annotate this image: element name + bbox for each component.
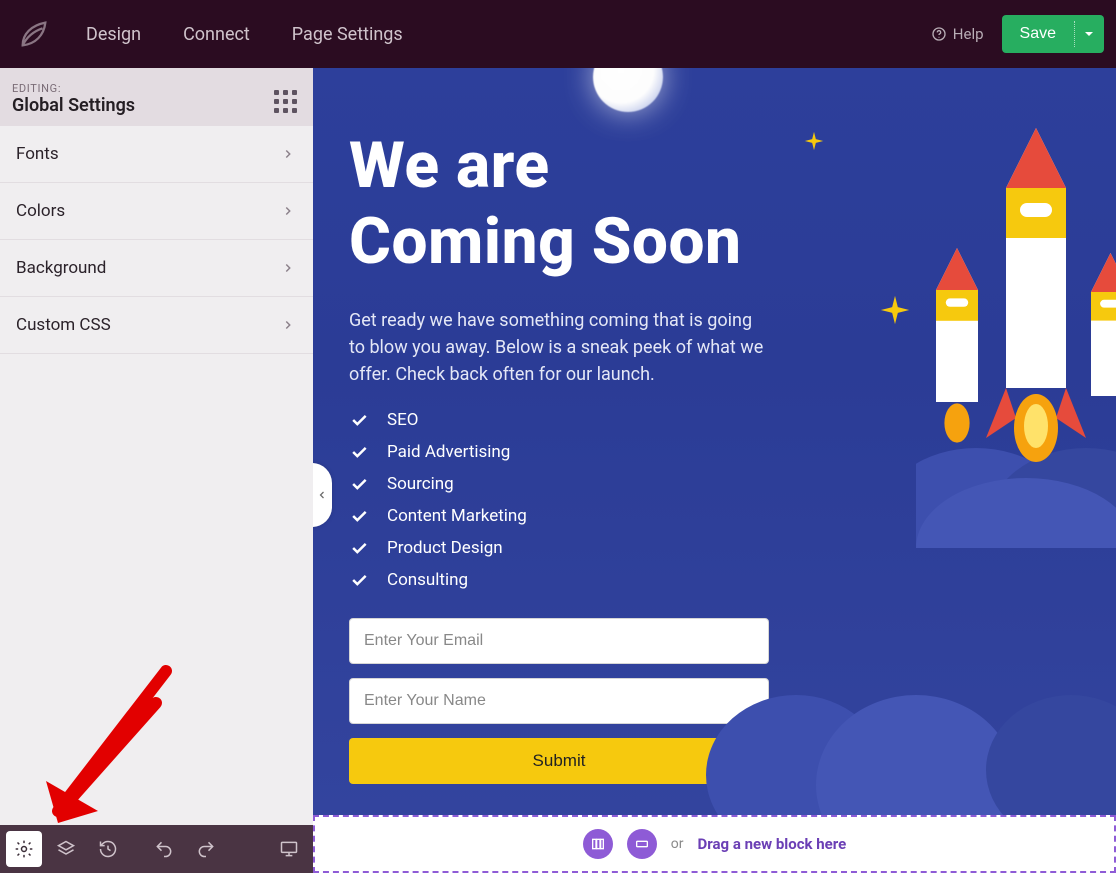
chevron-right-icon [281,147,295,161]
nav-page-settings[interactable]: Page Settings [292,24,403,45]
columns-icon [590,836,606,852]
drag-handle-icon[interactable] [274,82,297,113]
name-input[interactable] [349,678,769,724]
hero-title-line: Coming Soon [349,204,742,279]
check-label: Consulting [387,570,468,590]
sidebar-item-label: Colors [16,201,65,221]
layers-button[interactable] [48,831,84,867]
hero-paragraph: Get ready we have something coming that … [349,307,769,388]
check-label: Sourcing [387,474,454,494]
settings-button[interactable] [6,831,42,867]
hero-section[interactable]: We are Coming Soon Get ready we have som… [313,68,1116,815]
app-logo [0,0,68,68]
undo-icon [154,839,174,859]
check-label: Product Design [387,538,503,558]
chevron-right-icon [281,204,295,218]
history-icon [98,839,118,859]
signup-form: Submit [349,618,769,784]
rocket-graphic [916,128,1116,548]
check-icon [349,538,369,558]
email-input[interactable] [349,618,769,664]
sidebar-item-colors[interactable]: Colors [0,183,313,240]
device-preview-button[interactable] [271,831,307,867]
save-dropdown[interactable] [1074,15,1104,53]
sidebar-item-custom-css[interactable]: Custom CSS [0,297,313,354]
moon-graphic [593,68,663,112]
help-icon [931,26,947,42]
sidebar-item-fonts[interactable]: Fonts [0,126,313,183]
sidebar-item-label: Background [16,258,106,278]
check-icon [349,570,369,590]
annotation-arrow [38,663,178,833]
sidebar-title: Global Settings [12,95,135,116]
save-button[interactable]: Save [1002,15,1074,53]
sidebar: EDITING: Global Settings Fonts Colors Ba… [0,68,313,873]
redo-icon [196,839,216,859]
check-icon [349,410,369,430]
editing-label: EDITING: [12,82,135,95]
chevron-right-icon [281,318,295,332]
drag-or-label: or [671,836,684,852]
top-nav: Design Connect Page Settings [86,24,403,45]
columns-badge[interactable] [583,829,613,859]
sparkle-icon [803,130,825,152]
top-bar: Design Connect Page Settings Help Save [0,0,1116,68]
help-label: Help [953,25,984,43]
check-label: SEO [387,410,418,430]
row-icon [634,836,650,852]
sidebar-item-label: Custom CSS [16,315,111,335]
collapse-sidebar-tab[interactable] [313,463,332,527]
top-right: Help Save [931,15,1116,53]
redo-button[interactable] [188,831,224,867]
drag-new-block-strip[interactable]: or Drag a new block here [313,815,1116,873]
caret-down-icon [1084,29,1094,39]
canvas: We are Coming Soon Get ready we have som… [313,68,1116,873]
row-badge[interactable] [627,829,657,859]
cloud-graphic [986,695,1116,815]
check-icon [349,474,369,494]
hero-title-line: We are [349,128,550,203]
sparkle-icon [878,293,912,327]
chevron-left-icon [316,488,328,502]
drag-message: Drag a new block here [698,835,847,853]
check-icon [349,442,369,462]
help-link[interactable]: Help [931,25,984,43]
gear-icon [14,839,34,859]
check-label: Paid Advertising [387,442,510,462]
layers-icon [56,839,76,859]
main: EDITING: Global Settings Fonts Colors Ba… [0,68,1116,873]
history-button[interactable] [90,831,126,867]
sidebar-header: EDITING: Global Settings [0,68,313,126]
check-icon [349,506,369,526]
sidebar-bottom-toolbar [0,825,313,873]
sidebar-item-background[interactable]: Background [0,240,313,297]
desktop-icon [279,839,299,859]
nav-design[interactable]: Design [86,24,141,45]
save-group: Save [1002,15,1104,53]
nav-connect[interactable]: Connect [183,24,250,45]
sidebar-item-label: Fonts [16,144,59,164]
check-label: Content Marketing [387,506,527,526]
sidebar-list: Fonts Colors Background Custom CSS [0,126,313,354]
check-item: Consulting [349,570,1080,590]
chevron-right-icon [281,261,295,275]
undo-button[interactable] [146,831,182,867]
